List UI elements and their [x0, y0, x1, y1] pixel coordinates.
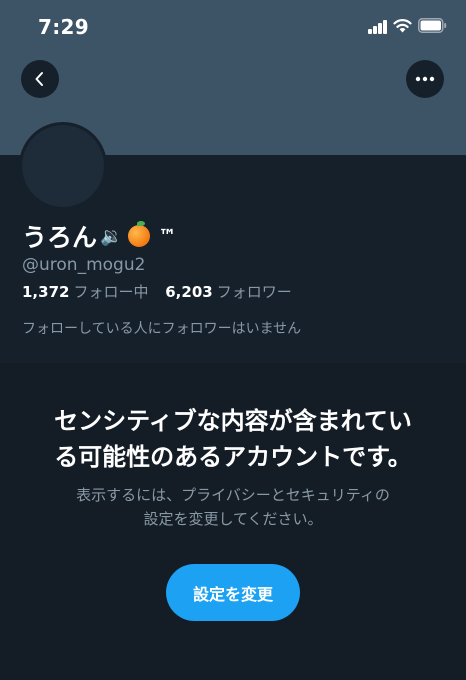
cellular-signal-icon	[368, 20, 388, 34]
following-link[interactable]: 1,372 フォロー中	[22, 283, 165, 301]
trademark-symbol: ™	[158, 225, 177, 247]
avatar[interactable]	[19, 122, 107, 210]
sensitive-warning-description: 表示するには、プライバシーとセキュリティの 設定を変更してください。	[0, 483, 466, 531]
status-time: 7:29	[38, 15, 89, 39]
sensitive-warning-title: センシティブな内容が含まれてい る可能性のあるアカウントです。	[0, 403, 466, 475]
following-count: 1,372	[22, 283, 70, 301]
avatar-placeholder	[22, 125, 104, 207]
change-settings-button[interactable]: 設定を変更	[166, 564, 300, 621]
warning-desc-line: 表示するには、プライバシーとセキュリティの	[76, 486, 390, 504]
warning-title-line: る可能性のあるアカウントです。	[54, 443, 412, 471]
followers-count: 6,203	[165, 283, 213, 301]
wifi-icon	[393, 19, 412, 33]
ellipsis-icon	[415, 76, 435, 82]
user-handle: @uron_mogu2	[22, 255, 146, 275]
warning-title-line: センシティブな内容が含まれてい	[54, 407, 412, 435]
more-options-button[interactable]	[406, 60, 444, 98]
tangerine-emoji-icon	[128, 221, 151, 247]
battery-icon	[418, 18, 447, 33]
mutual-followers-note: フォローしている人にフォロワーはいません	[22, 321, 302, 337]
following-label: フォロー中	[73, 283, 149, 301]
chevron-left-icon	[35, 72, 43, 86]
followers-label: フォロワー	[216, 283, 292, 301]
status-bar: 7:29	[0, 0, 466, 54]
display-name-text: うろん	[22, 223, 98, 252]
display-name: うろん 🔉 ™	[22, 220, 176, 252]
back-button[interactable]	[21, 60, 59, 98]
follow-stats: 1,372 フォロー中 6,203 フォロワー	[22, 281, 304, 302]
followers-link[interactable]: 6,203 フォロワー	[165, 283, 303, 301]
speaker-emoji-icon: 🔉	[100, 225, 123, 247]
warning-desc-line: 設定を変更してください。	[143, 510, 323, 528]
